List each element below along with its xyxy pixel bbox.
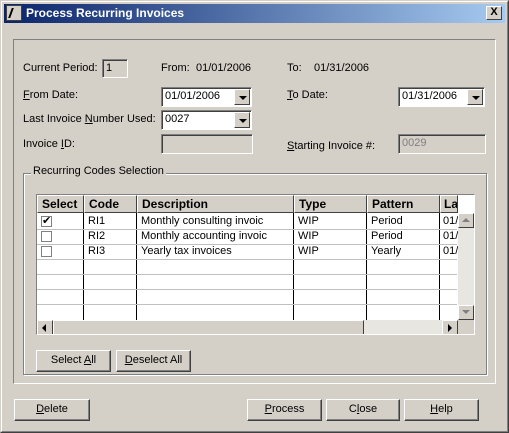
chevron-down-icon[interactable] [234,89,250,105]
scroll-down-icon[interactable] [458,305,474,320]
starting-invoice-label-rest: tarting Invoice #: [294,140,376,152]
table-cell-pattern[interactable]: Period [368,229,406,244]
to-date-dropdown[interactable]: 01/31/2006 [398,87,485,107]
table-cell-description[interactable]: Monthly accounting invoic [138,229,293,244]
scroll-left-icon[interactable] [37,320,53,334]
last-invoice-accel: N [84,113,93,125]
help-label-rest: elp [438,403,453,415]
delete-button[interactable]: Delete [14,399,90,421]
row-divider [37,304,457,305]
from-date-label: From Date: [23,89,78,101]
to-value: 01/31/2006 [314,62,370,74]
column-header-last[interactable]: La [440,195,458,213]
vertical-scrollbar[interactable] [458,213,474,320]
table-cell-code[interactable]: RI1 [85,214,108,229]
close-label-prefix: C [348,403,357,415]
table-cell-description[interactable]: Yearly tax invoices [138,244,293,259]
row-divider [37,274,457,275]
scroll-right-icon[interactable] [442,320,458,334]
last-invoice-label: Last Invoice Number Used: [23,113,156,125]
invoice-id-label-prefix: Invoice [23,138,61,150]
column-header-pattern[interactable]: Pattern [367,195,440,213]
from-date-accel: F [23,89,30,101]
starting-invoice-label: Starting Invoice #: [287,140,375,152]
last-invoice-label-prefix: Last Invoice [23,113,85,125]
recurring-codes-group-title: Recurring Codes Selection [31,165,166,177]
invoice-id-field [161,134,253,154]
table-cell-pattern[interactable]: Yearly [368,244,404,259]
row-divider [37,259,457,260]
deselect-all-button[interactable]: Deselect All [116,350,191,372]
table-cell-code[interactable]: RI2 [85,229,108,244]
process-button[interactable]: Process [247,399,322,421]
dialog-window: Process Recurring Invoices X Current Per… [0,0,509,433]
close-button[interactable]: Close [326,399,400,421]
to-date-label-rest: o Date: [292,89,328,101]
close-window-button[interactable]: X [486,6,502,20]
table-cell-last[interactable]: 01/ [440,244,458,259]
table-cell-type[interactable]: WIP [295,244,322,259]
horizontal-scrollbar[interactable] [37,320,458,334]
row-select-checkbox[interactable] [41,231,52,242]
chevron-down-icon[interactable] [234,112,250,128]
scroll-up-icon[interactable] [458,213,474,228]
to-label: To: [287,62,302,74]
window-title: Process Recurring Invoices [26,6,185,20]
process-label-rest: rocess [271,403,305,415]
help-button[interactable]: Help [404,399,479,421]
column-header-description[interactable]: Description [137,195,294,213]
select-all-label-rest: ll [91,354,97,366]
recurring-codes-grid[interactable]: Select Code Description Type Pattern La … [36,194,475,335]
column-header-type[interactable]: Type [294,195,367,213]
invoice-id-label-rest: D: [63,138,75,150]
app-icon [6,5,22,21]
chevron-down-icon[interactable] [467,89,483,105]
current-period-label: Current Period: [23,62,98,74]
from-date-label-rest: rom Date: [29,89,79,101]
column-header-code[interactable]: Code [84,195,137,213]
process-accel: P [264,403,272,415]
last-invoice-value: 0027 [165,113,190,125]
column-header-select[interactable]: Select [37,195,84,213]
table-cell-last[interactable]: 01/ [440,229,458,244]
last-invoice-label-rest: umber Used: [92,113,156,125]
current-period-field: 1 [102,59,128,78]
row-divider [37,289,457,290]
table-cell-code[interactable]: RI3 [85,244,108,259]
table-cell-type[interactable]: WIP [295,229,322,244]
table-cell-description[interactable]: Monthly consulting invoic [138,214,293,229]
select-all-button[interactable]: Select All [36,350,111,372]
from-value: 01/01/2006 [196,62,252,74]
table-cell-type[interactable]: WIP [295,214,322,229]
deselect-all-accel: D [124,354,133,366]
select-all-label-prefix: Select [50,354,84,366]
table-cell-pattern[interactable]: Period [368,214,406,229]
scroll-corner [458,320,474,334]
delete-label-rest: elete [44,403,68,415]
starting-invoice-field: 0029 [398,134,486,154]
title-bar[interactable]: Process Recurring Invoices X [4,4,505,23]
row-select-checkbox[interactable] [41,214,52,227]
deselect-all-label-rest: eselect All [132,354,183,366]
row-select-checkbox[interactable] [41,246,52,257]
from-date-dropdown[interactable]: 01/01/2006 [161,87,252,107]
from-label: From: [161,62,190,74]
invoice-id-label: Invoice ID: [23,138,75,150]
from-date-value: 01/01/2006 [165,90,221,102]
help-accel: H [430,403,439,415]
close-label-rest: ose [359,403,378,415]
table-cell-last[interactable]: 01/ [440,214,458,229]
delete-accel: D [36,403,45,415]
to-date-label: To Date: [287,89,328,101]
to-date-value: 01/31/2006 [402,90,458,102]
last-invoice-dropdown[interactable]: 0027 [161,110,252,130]
horizontal-scroll-thumb[interactable] [53,320,364,334]
